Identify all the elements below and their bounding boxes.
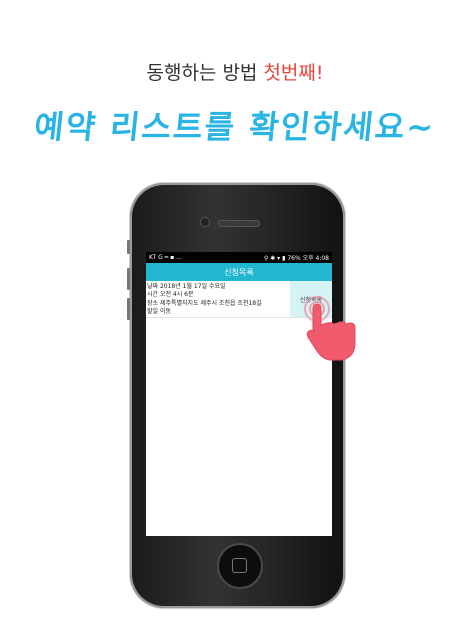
camera-icon: [200, 217, 210, 227]
headline-accent: 첫번째!: [263, 62, 324, 84]
headline-main: 동행하는 방법: [146, 62, 258, 84]
notification-icons: G ━ ▪ ...: [158, 254, 182, 261]
home-button[interactable]: [217, 543, 263, 589]
app-bar: 신청목록: [146, 263, 332, 281]
tap-hand-icon: [304, 296, 356, 361]
speaker-grille: [218, 220, 260, 227]
signal-icon: ⚲ ✱ ▾ ▮: [263, 255, 286, 262]
mute-switch: [127, 240, 130, 254]
reservation-todo: 할일 이동: [147, 307, 171, 315]
reservation-place: 장소 제주특별자치도 제주시 조천읍 조천18길: [147, 299, 262, 307]
status-bar: KT G ━ ▪ ... ⚲ ✱ ▾ ▮ 76% 오후 4:08: [146, 252, 332, 263]
reservation-time: 시간 오전 4시 6분: [147, 291, 194, 299]
volume-up-button: [127, 268, 130, 290]
battery-level: 76%: [287, 255, 301, 262]
volume-down-button: [127, 298, 130, 320]
headline: 동행하는 방법 첫번째!: [0, 58, 470, 85]
app-bar-title: 신청목록: [224, 267, 254, 277]
page-title: 예약 리스트를 확인하세요~: [32, 108, 438, 146]
home-square-icon: [232, 558, 247, 573]
reservation-info: 날짜 2018년 1월 17일 수요일 시간 오전 4시 6분 장소 제주특별자…: [146, 281, 290, 317]
carrier-label: KT: [149, 254, 157, 261]
clock: 오후 4:08: [302, 255, 329, 262]
